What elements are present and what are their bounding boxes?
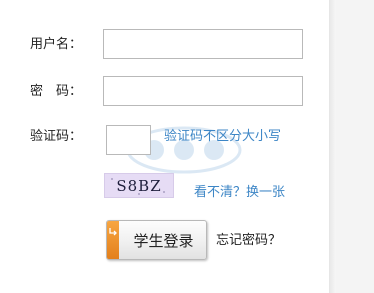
login-button-label: 学生登录 [133, 232, 194, 250]
login-page: 用户名： 密 码： 验证码： 验证码不区分大小写 S8BZ 看不清？换一张 学生… [0, 0, 374, 293]
username-label: 用户名： [30, 37, 83, 52]
captcha-image[interactable]: S8BZ [104, 173, 174, 198]
student-login-button[interactable]: 学生登录 [106, 220, 207, 260]
arrow-icon [109, 227, 118, 236]
password-label: 密 码： [30, 84, 83, 99]
username-input[interactable] [103, 29, 303, 59]
captcha-hint: 验证码不区分大小写 [164, 129, 282, 144]
captcha-input[interactable] [106, 125, 151, 155]
captcha-code-text: S8BZ [116, 177, 162, 195]
refresh-captcha-link[interactable]: 看不清？换一张 [194, 185, 285, 201]
right-panel-edge [329, 0, 374, 293]
forgot-password-link[interactable]: 忘记密码？ [216, 233, 281, 249]
panel-shadow [330, 0, 336, 293]
password-input[interactable] [103, 76, 303, 106]
captcha-label: 验证码： [30, 129, 83, 144]
